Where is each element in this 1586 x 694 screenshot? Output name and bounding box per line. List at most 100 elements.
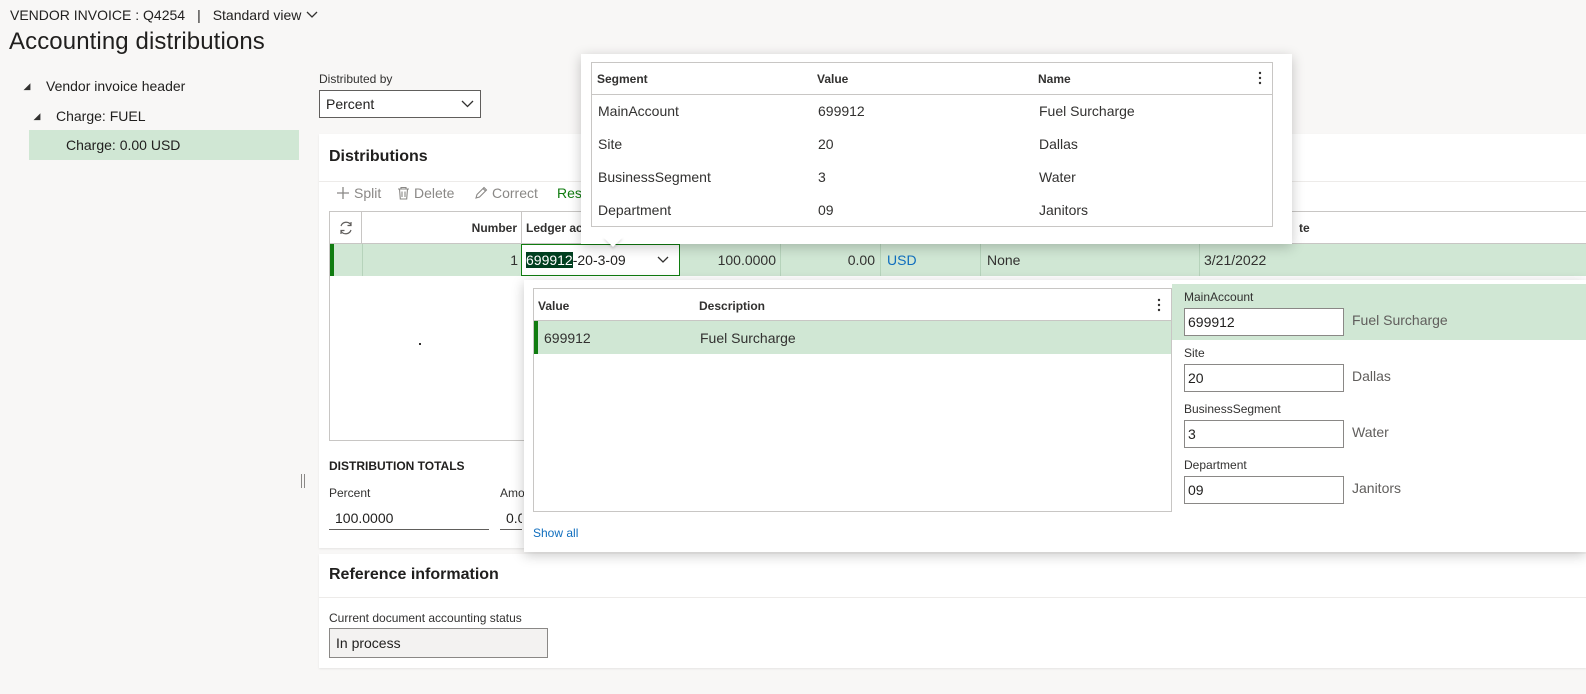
segment-cell: MainAccount (598, 103, 679, 119)
segment-name-department: Janitors (1352, 480, 1402, 496)
view-label: Standard view (212, 7, 302, 23)
tree-item-label: Charge: FUEL (56, 108, 146, 124)
ledger-account-input[interactable]: 699912 -20-3-09 (521, 244, 680, 276)
dot-marker (419, 343, 421, 345)
pane-splitter-handle[interactable] (301, 474, 305, 488)
segment-input-mainaccount[interactable]: 699912 (1184, 308, 1344, 336)
totals-amount-label: Amo (500, 486, 525, 500)
segment-label-department: Department (1184, 458, 1247, 472)
column-header-name[interactable]: Name (1038, 72, 1071, 86)
segment-name-businesssegment: Water (1352, 424, 1389, 440)
segment-table: Segment Value Name MainAccount 699912 Fu… (591, 62, 1273, 227)
table-row[interactable]: 699912 Fuel Surcharge (534, 321, 1171, 354)
cell-percent: 100.0000 (717, 252, 776, 268)
ledger-lookup-popup: Value Description 699912 Fuel Surcharge … (524, 280, 1586, 552)
delete-button[interactable]: Delete (397, 185, 454, 201)
chevron-down-icon (461, 100, 474, 108)
distribution-totals-title: DISTRIBUTION TOTALS (329, 459, 465, 473)
ledger-selected-text: 699912 (526, 252, 573, 268)
segment-input-department[interactable]: 09 (1184, 476, 1344, 504)
reference-card: Reference information Current document a… (319, 554, 1586, 668)
name-cell: Fuel Surcharge (1039, 103, 1135, 119)
refresh-icon[interactable] (330, 212, 362, 244)
segment-input-site[interactable]: 20 (1184, 364, 1344, 392)
more-options-icon[interactable] (1258, 70, 1262, 86)
segment-cell: BusinessSegment (598, 169, 711, 185)
value-cell: 09 (818, 202, 834, 218)
tree-item-charge-amount[interactable]: Charge: 0.00 USD (29, 130, 299, 160)
totals-percent-field[interactable]: 100.0000 (329, 506, 489, 530)
segment-popup: Segment Value Name MainAccount 699912 Fu… (581, 54, 1292, 247)
collapse-triangle-icon[interactable]: ◢ (27, 111, 47, 122)
status-label: Current document accounting status (329, 611, 522, 625)
split-label: Split (354, 185, 382, 201)
cell-amount: 0.00 (780, 244, 880, 276)
column-header-value[interactable]: Value (538, 299, 569, 313)
more-options-icon[interactable] (1157, 297, 1161, 313)
page-title: Accounting distributions (9, 28, 265, 55)
column-header-number[interactable]: Number (362, 212, 522, 244)
chevron-down-icon[interactable] (657, 256, 669, 264)
trash-icon (397, 186, 410, 200)
chevron-down-icon (306, 11, 318, 19)
table-row[interactable]: 1 699912 -20-3-09 100.0000 0.00 USD None… (330, 244, 1586, 276)
name-cell: Dallas (1039, 136, 1078, 152)
popup-pointer (603, 237, 623, 247)
cell-type: None (980, 244, 1199, 276)
show-all-link[interactable]: Show all (533, 526, 578, 540)
table-row[interactable]: BusinessSegment 3 Water (592, 161, 1272, 194)
distributions-title: Distributions (329, 148, 428, 165)
column-header-description[interactable]: Description (699, 299, 765, 313)
breadcrumb-separator: | (197, 7, 201, 23)
collapse-triangle-icon[interactable]: ◢ (17, 81, 37, 92)
cell-number: 1 (362, 244, 518, 276)
name-cell: Janitors (1039, 202, 1089, 218)
correct-label: Correct (492, 185, 538, 201)
lookup-table: Value Description 699912 Fuel Surcharge (533, 288, 1172, 512)
value-cell: 699912 (544, 329, 591, 346)
table-row[interactable]: Site 20 Dallas (592, 128, 1272, 161)
segment-cell: Site (598, 136, 623, 152)
segment-label-mainaccount: MainAccount (1184, 290, 1254, 304)
tree-item-charge-fuel[interactable]: ◢ Charge: FUEL (27, 102, 146, 130)
totals-amount-field[interactable]: 0.0 (500, 506, 522, 530)
segment-name-mainaccount: Fuel Surcharge (1352, 312, 1448, 328)
segment-table-header: Segment Value Name (592, 63, 1272, 95)
cell-date: 3/21/2022 (1199, 244, 1586, 276)
divider (319, 597, 1586, 598)
value-cell: 20 (818, 136, 834, 152)
distributed-by-label: Distributed by (319, 72, 393, 86)
cell-currency[interactable]: USD (880, 244, 980, 276)
column-header-ledger-account[interactable]: Ledger ac (526, 212, 583, 244)
plus-icon (336, 186, 350, 200)
column-header-segment[interactable]: Segment (597, 72, 648, 86)
name-cell: Water (1039, 169, 1076, 185)
distributed-by-value: Percent (326, 96, 375, 112)
correct-button[interactable]: Correct (474, 185, 538, 201)
tree-item-label: Charge: 0.00 USD (66, 137, 181, 153)
split-button[interactable]: Split (336, 185, 381, 201)
row-selected-indicator (534, 321, 538, 354)
lookup-table-header: Value Description (534, 289, 1171, 321)
table-row[interactable]: MainAccount 699912 Fuel Surcharge (592, 95, 1272, 128)
segment-name-site: Dallas (1352, 368, 1391, 384)
distributed-by-select[interactable]: Percent (319, 90, 481, 118)
segment-input-businesssegment[interactable]: 3 (1184, 420, 1344, 448)
value-cell: 3 (818, 169, 826, 185)
segment-label-site: Site (1184, 346, 1205, 360)
breadcrumb: VENDOR INVOICE : Q4254 (10, 7, 186, 23)
column-header-value[interactable]: Value (817, 72, 848, 86)
segment-cell: Department (598, 202, 672, 218)
column-header-date[interactable]: te (1299, 212, 1310, 244)
segment-label-businesssegment: BusinessSegment (1184, 402, 1281, 416)
tree-item-vendor-invoice-header[interactable]: ◢ Vendor invoice header (17, 72, 186, 100)
row-selected-indicator (330, 244, 334, 276)
tree-item-label: Vendor invoice header (46, 78, 186, 94)
status-field: In process (329, 628, 548, 658)
reference-title: Reference information (329, 566, 499, 583)
ledger-rest-text: -20-3-09 (572, 252, 626, 268)
view-selector[interactable]: Standard view (213, 7, 319, 23)
pencil-icon (474, 186, 488, 200)
table-row[interactable]: Department 09 Janitors (592, 194, 1272, 227)
delete-label: Delete (414, 185, 455, 201)
